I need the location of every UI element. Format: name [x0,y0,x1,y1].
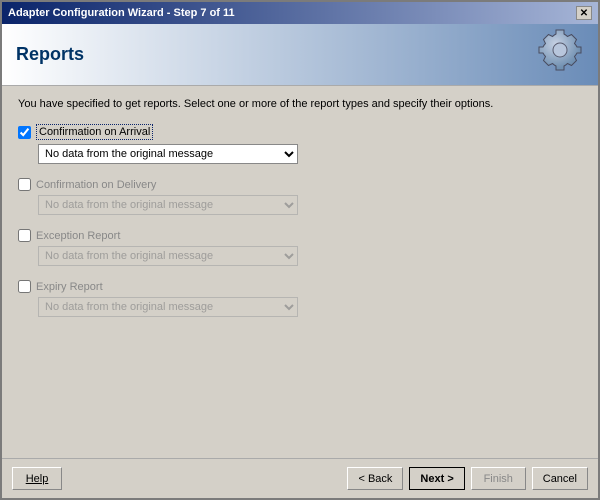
report-section-delivery: Confirmation on Delivery No data from th… [18,178,582,215]
exception-dropdown-row: No data from the original message All da… [38,246,582,266]
cancel-button[interactable]: Cancel [532,467,588,490]
arrival-dropdown-row: No data from the original message All da… [38,144,582,164]
close-button[interactable]: ✕ [576,6,592,20]
content-area: You have specified to get reports. Selec… [2,86,598,458]
exception-dropdown[interactable]: No data from the original message All da… [38,246,298,266]
expiry-checkbox-row: Expiry Report [18,280,582,293]
title-bar: Adapter Configuration Wizard - Step 7 of… [2,2,598,24]
window-title: Adapter Configuration Wizard - Step 7 of… [8,7,235,19]
footer-left: Help [12,467,62,490]
gear-icon [536,26,584,83]
arrival-dropdown[interactable]: No data from the original message All da… [38,144,298,164]
delivery-dropdown[interactable]: No data from the original message All da… [38,195,298,215]
expiry-label: Expiry Report [36,281,103,293]
report-section-arrival: Confirmation on Arrival No data from the… [18,124,582,164]
help-button[interactable]: Help [12,467,62,490]
expiry-checkbox[interactable] [18,280,31,293]
wizard-window: Adapter Configuration Wizard - Step 7 of… [0,0,600,500]
delivery-checkbox[interactable] [18,178,31,191]
footer-right: < Back Next > Finish Cancel [347,467,588,490]
delivery-dropdown-row: No data from the original message All da… [38,195,582,215]
expiry-dropdown[interactable]: No data from the original message All da… [38,297,298,317]
expiry-dropdown-row: No data from the original message All da… [38,297,582,317]
delivery-checkbox-row: Confirmation on Delivery [18,178,582,191]
next-button[interactable]: Next > [409,467,464,490]
finish-button[interactable]: Finish [471,467,526,490]
page-title: Reports [16,44,84,65]
arrival-checkbox-row: Confirmation on Arrival [18,124,582,140]
back-button[interactable]: < Back [347,467,403,490]
exception-label: Exception Report [36,230,120,242]
delivery-label: Confirmation on Delivery [36,179,156,191]
report-section-exception: Exception Report No data from the origin… [18,229,582,266]
exception-checkbox[interactable] [18,229,31,242]
report-section-expiry: Expiry Report No data from the original … [18,280,582,317]
footer: Help < Back Next > Finish Cancel [2,458,598,498]
exception-checkbox-row: Exception Report [18,229,582,242]
arrival-checkbox[interactable] [18,126,31,139]
description-text: You have specified to get reports. Selec… [18,98,582,110]
arrival-label: Confirmation on Arrival [36,124,153,140]
header-banner: Reports [2,24,598,86]
